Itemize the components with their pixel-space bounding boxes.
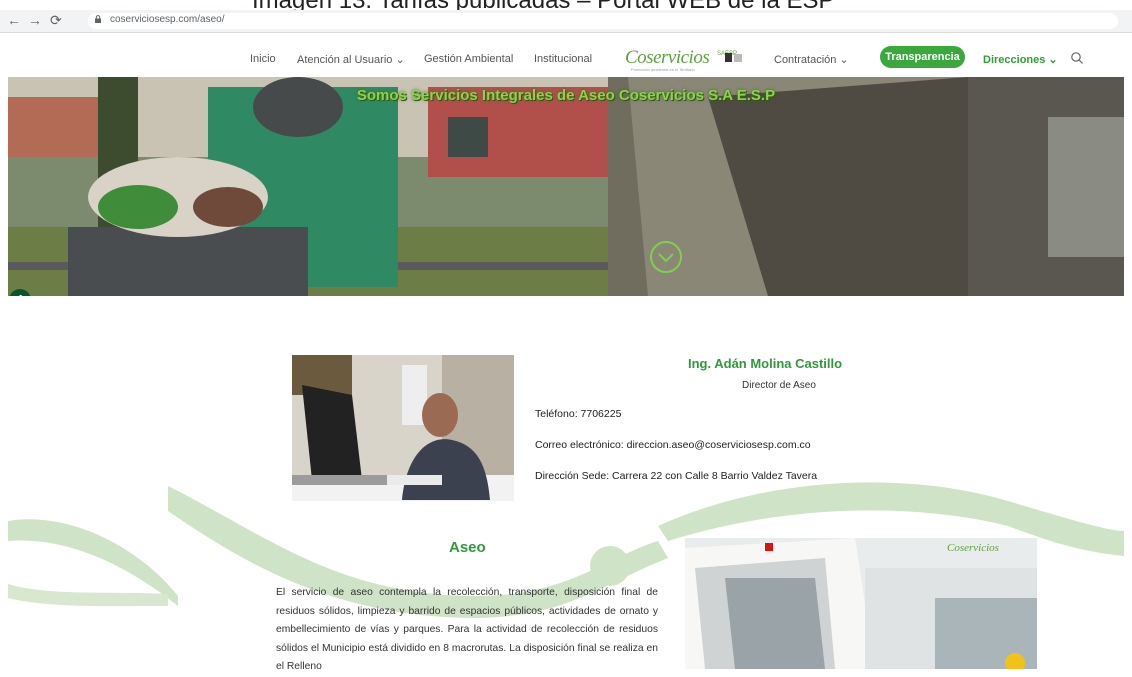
hero-banner: Somos Servicios Integrales de Aseo Coser… xyxy=(8,77,1124,296)
nav-contratacion[interactable]: Contratación ⌄ xyxy=(774,53,849,66)
hero-title: Somos Servicios Integrales de Aseo Coser… xyxy=(356,87,776,104)
lock-icon xyxy=(95,15,101,23)
hero-image xyxy=(8,77,1124,296)
truck-logo: Coservicios xyxy=(947,542,999,554)
nav-atencion-usuario[interactable]: Atención al Usuario ⌄ xyxy=(297,53,405,66)
section-paragraph: El servicio de aseo contempla la recolec… xyxy=(276,587,658,672)
section-title: Aseo xyxy=(449,539,486,556)
chevron-down-circle-icon[interactable] xyxy=(649,240,683,274)
nav-gestion-ambiental[interactable]: Gestión Ambiental xyxy=(424,53,513,65)
address-bar[interactable]: coserviciosesp.com/aseo/ xyxy=(88,13,1118,29)
director-phone: Teléfono: 7706225 xyxy=(535,408,622,420)
director-address: Dirección Sede: Carrera 22 con Calle 8 B… xyxy=(535,470,818,482)
director-photo-image xyxy=(292,355,514,501)
search-icon[interactable] xyxy=(1070,51,1084,65)
director-name: Ing. Adán Molina Castillo xyxy=(688,356,843,371)
arrow-right-icon[interactable]: → xyxy=(28,12,42,28)
truck-photo: Coservicios xyxy=(685,538,1037,669)
nav-inicio[interactable]: Inicio xyxy=(250,53,276,65)
site-header: Inicio Atención al Usuario ⌄ Gestión Amb… xyxy=(8,33,1124,77)
arrow-left-icon[interactable]: ← xyxy=(7,12,21,28)
transparencia-button[interactable]: Transparencia xyxy=(880,46,965,68)
reload-icon[interactable]: ⟳ xyxy=(50,12,62,29)
nav-institucional[interactable]: Institucional xyxy=(534,53,592,65)
director-role: Director de Aseo xyxy=(742,380,816,391)
director-email[interactable]: Correo electrónico: direccion.aseo@coser… xyxy=(535,439,811,451)
site-logo[interactable]: Coservicios Protección ambiental en el T… xyxy=(625,47,743,73)
director-photo xyxy=(292,355,514,501)
browser-toolbar: ← → ⟳ coserviciosesp.com/aseo/ xyxy=(0,10,1132,33)
url-text: coserviciosesp.com/aseo/ xyxy=(110,14,225,25)
logo-seal-icon xyxy=(725,53,742,62)
truck-image xyxy=(685,538,1037,669)
nav-direcciones[interactable]: Direcciones ⌄ xyxy=(983,53,1058,66)
